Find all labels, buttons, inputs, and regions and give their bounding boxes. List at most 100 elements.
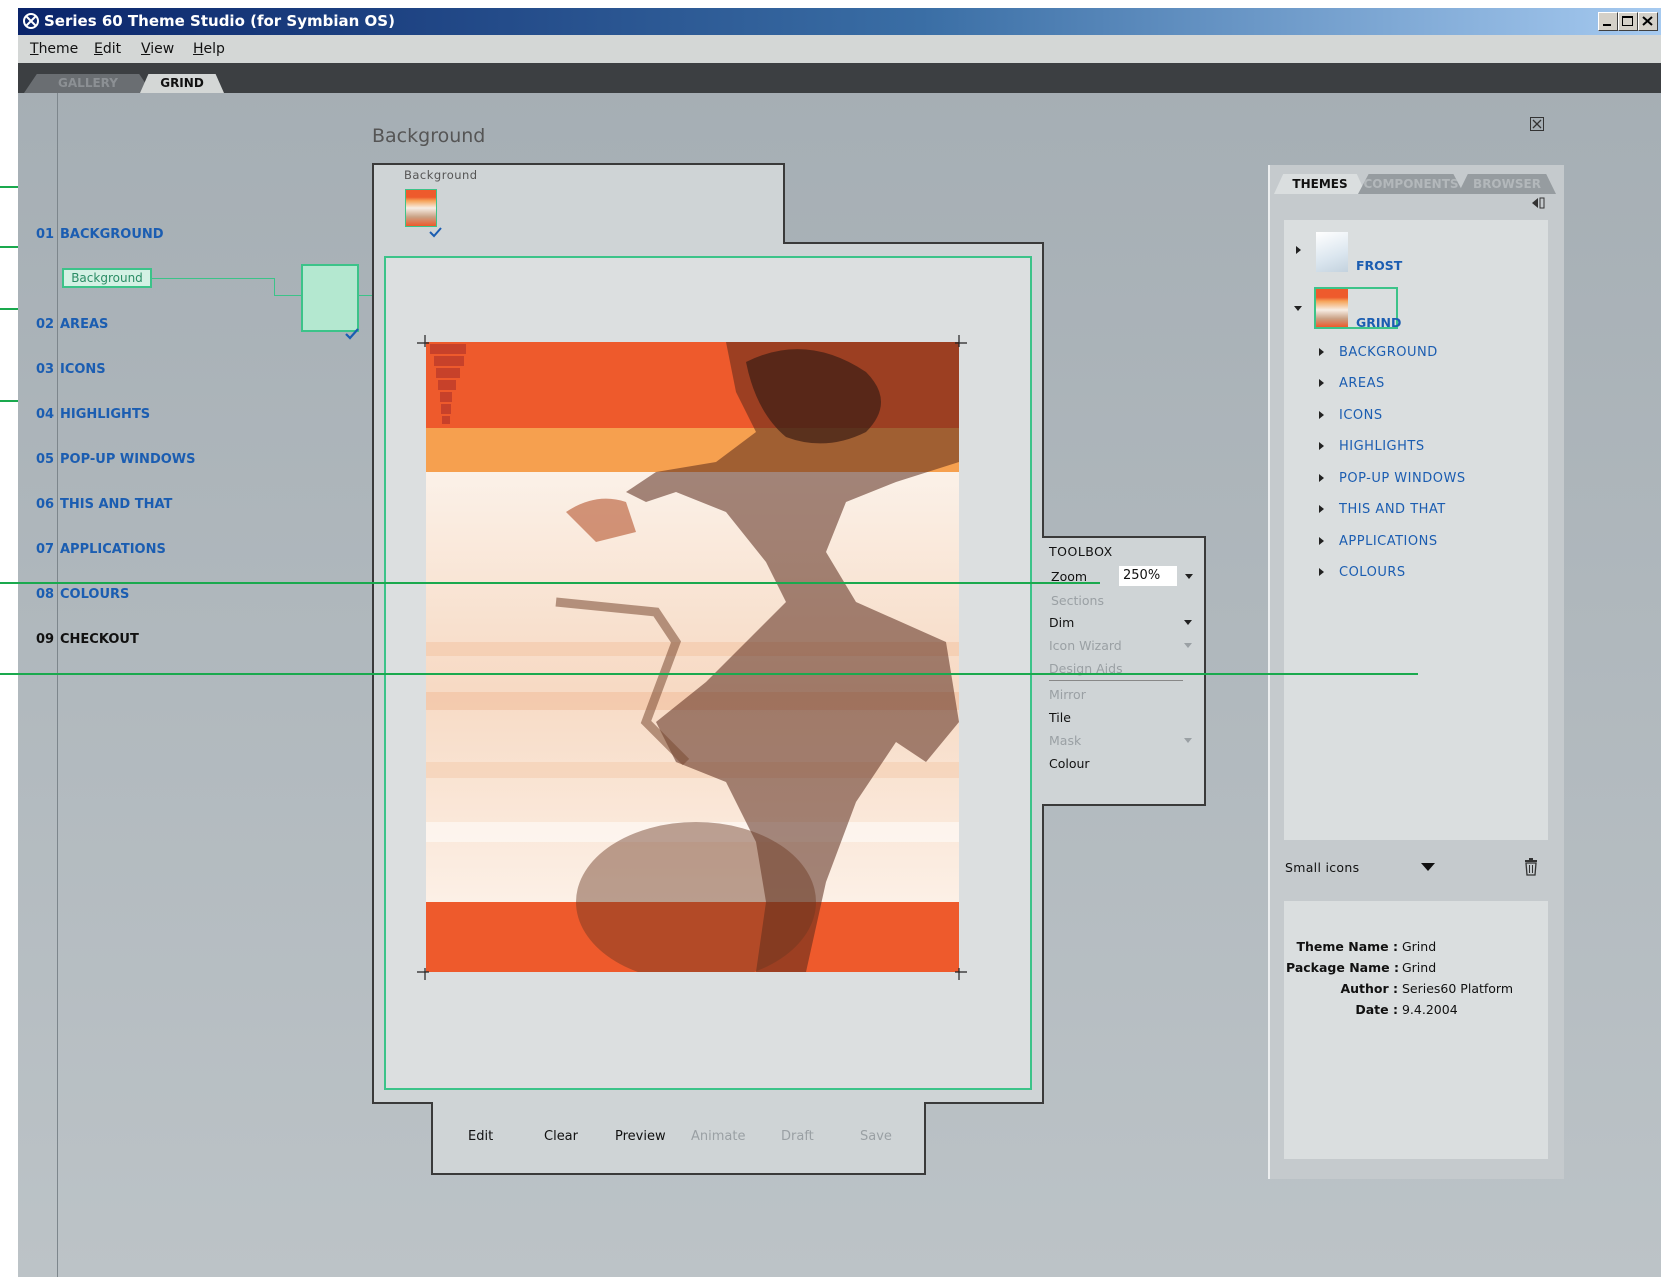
theme-section-popup-windows[interactable]: POP-UP WINDOWS bbox=[1339, 471, 1466, 486]
nav-item-this-and-that[interactable]: 06 THIS AND THAT bbox=[36, 497, 172, 512]
icon-wizard-option: Icon Wizard bbox=[1049, 638, 1122, 653]
nav-item-applications[interactable]: 07 APPLICATIONS bbox=[36, 542, 166, 557]
app-icon bbox=[23, 13, 39, 29]
nav-number: 02 bbox=[36, 317, 55, 332]
nav-label: COLOURS bbox=[60, 587, 130, 602]
nav-item-icons[interactable]: 03 ICONS bbox=[36, 362, 106, 377]
tab-themes[interactable]: THEMES bbox=[1274, 174, 1366, 194]
nav-item-checkout[interactable]: 09 CHECKOUT bbox=[36, 632, 139, 647]
crop-mark bbox=[955, 335, 967, 347]
theme-grind[interactable]: GRIND bbox=[1356, 315, 1401, 330]
collapse-panel-icon[interactable] bbox=[1530, 196, 1546, 210]
page-title: Background bbox=[372, 125, 486, 147]
tab-grind[interactable]: GRIND bbox=[140, 74, 224, 93]
menu-accel: H bbox=[193, 41, 204, 57]
zoom-input[interactable]: 250% bbox=[1119, 566, 1177, 586]
tile-option[interactable]: Tile bbox=[1049, 710, 1071, 725]
maximize-button[interactable] bbox=[1618, 12, 1638, 31]
expand-arrow-icon[interactable] bbox=[1319, 442, 1324, 450]
tab-gallery[interactable]: GALLERY bbox=[24, 74, 152, 93]
save-button: Save bbox=[860, 1129, 892, 1144]
menu-label: heme bbox=[38, 41, 79, 57]
connector-line bbox=[274, 278, 275, 296]
maximize-icon bbox=[1622, 16, 1633, 26]
theme-section-background[interactable]: BACKGROUND bbox=[1339, 345, 1438, 360]
nav-label: AREAS bbox=[60, 317, 109, 332]
chevron-down-icon[interactable] bbox=[1421, 863, 1435, 872]
element-preview-box[interactable] bbox=[301, 264, 359, 332]
zoom-dropdown-icon[interactable] bbox=[1185, 574, 1193, 579]
minimize-button[interactable] bbox=[1598, 12, 1618, 31]
nav-label: CHECKOUT bbox=[60, 632, 139, 647]
menu-bar: Theme Edit View Help bbox=[18, 35, 1661, 63]
clear-button[interactable]: Clear bbox=[544, 1129, 578, 1144]
info-theme-name: Theme Name : Grind bbox=[1286, 939, 1436, 954]
expand-arrow-icon[interactable] bbox=[1319, 568, 1324, 576]
theme-section-areas[interactable]: AREAS bbox=[1339, 376, 1385, 391]
frost-thumbnail[interactable] bbox=[1316, 232, 1348, 272]
close-button[interactable] bbox=[1638, 12, 1658, 31]
panel-join bbox=[433, 1098, 924, 1106]
trash-icon[interactable] bbox=[1523, 858, 1539, 876]
info-date: Date : 9.4.2004 bbox=[1286, 1002, 1458, 1017]
nav-item-colours[interactable]: 08 COLOURS bbox=[36, 587, 129, 602]
theme-section-applications[interactable]: APPLICATIONS bbox=[1339, 534, 1438, 549]
theme-section-icons[interactable]: ICONS bbox=[1339, 408, 1383, 423]
nav-item-highlights[interactable]: 04 HIGHLIGHTS bbox=[36, 407, 150, 422]
info-value: 9.4.2004 bbox=[1401, 1002, 1458, 1017]
mirror-option: Mirror bbox=[1049, 687, 1086, 702]
close-icon bbox=[1642, 16, 1653, 26]
guide-line bbox=[0, 673, 1418, 675]
background-thumbnail[interactable] bbox=[405, 189, 437, 227]
info-value: Grind bbox=[1401, 960, 1437, 975]
view-mode-select[interactable]: Small icons bbox=[1285, 860, 1359, 875]
selected-element-background[interactable]: Background bbox=[62, 268, 152, 288]
nav-number: 07 bbox=[36, 542, 55, 557]
title-bar[interactable]: Series 60 Theme Studio (for Symbian OS) bbox=[18, 8, 1661, 35]
nav-label: ICONS bbox=[60, 362, 106, 377]
menu-help[interactable]: Help bbox=[193, 41, 225, 57]
app-window: Series 60 Theme Studio (for Symbian OS) … bbox=[18, 8, 1661, 1277]
checkmark-icon bbox=[429, 227, 442, 238]
mask-dropdown-icon bbox=[1184, 738, 1192, 743]
nav-label: POP-UP WINDOWS bbox=[60, 452, 196, 467]
expand-arrow-icon[interactable] bbox=[1319, 411, 1324, 419]
tab-components[interactable]: COMPONENTS bbox=[1358, 174, 1464, 194]
expand-arrow-icon[interactable] bbox=[1319, 505, 1324, 513]
nav-item-areas[interactable]: 02 AREAS bbox=[36, 317, 108, 332]
edit-button[interactable]: Edit bbox=[468, 1129, 493, 1144]
grind-thumbnail[interactable] bbox=[1316, 289, 1348, 327]
theme-section-highlights[interactable]: HIGHLIGHTS bbox=[1339, 439, 1425, 454]
expand-arrow-icon[interactable] bbox=[1319, 474, 1324, 482]
info-package-name: Package Name : Grind bbox=[1286, 960, 1436, 975]
nav-item-popup-windows[interactable]: 05 POP-UP WINDOWS bbox=[36, 452, 195, 467]
close-panel-icon[interactable] bbox=[1530, 117, 1544, 131]
nav-label: APPLICATIONS bbox=[60, 542, 166, 557]
dim-option[interactable]: Dim bbox=[1049, 615, 1074, 630]
menu-theme[interactable]: Theme bbox=[30, 41, 78, 57]
nav-item-background[interactable]: 01 BACKGROUND bbox=[36, 227, 164, 242]
menu-label: dit bbox=[102, 41, 122, 57]
colour-option[interactable]: Colour bbox=[1049, 756, 1090, 771]
animate-button: Animate bbox=[691, 1129, 746, 1144]
expand-arrow-icon[interactable] bbox=[1319, 537, 1324, 545]
collapse-arrow-icon[interactable] bbox=[1294, 306, 1302, 311]
panel-join bbox=[374, 238, 783, 246]
theme-section-this-and-that[interactable]: THIS AND THAT bbox=[1339, 502, 1446, 517]
tab-browser[interactable]: BROWSER bbox=[1458, 174, 1556, 194]
expand-arrow-icon[interactable] bbox=[1319, 379, 1324, 387]
menu-accel: V bbox=[141, 41, 151, 57]
expand-arrow-icon[interactable] bbox=[1296, 246, 1301, 254]
nav-number: 05 bbox=[36, 452, 55, 467]
info-key: Author : bbox=[1340, 981, 1398, 996]
menu-view[interactable]: View bbox=[141, 41, 174, 57]
guide-line bbox=[0, 582, 1100, 584]
crop-mark bbox=[955, 968, 967, 980]
preview-button[interactable]: Preview bbox=[615, 1129, 666, 1144]
menu-edit[interactable]: Edit bbox=[94, 41, 121, 57]
background-image-canvas[interactable] bbox=[426, 342, 959, 972]
theme-section-colours[interactable]: COLOURS bbox=[1339, 565, 1406, 580]
dim-dropdown-icon[interactable] bbox=[1184, 620, 1192, 625]
theme-frost[interactable]: FROST bbox=[1356, 258, 1402, 273]
expand-arrow-icon[interactable] bbox=[1319, 348, 1324, 356]
